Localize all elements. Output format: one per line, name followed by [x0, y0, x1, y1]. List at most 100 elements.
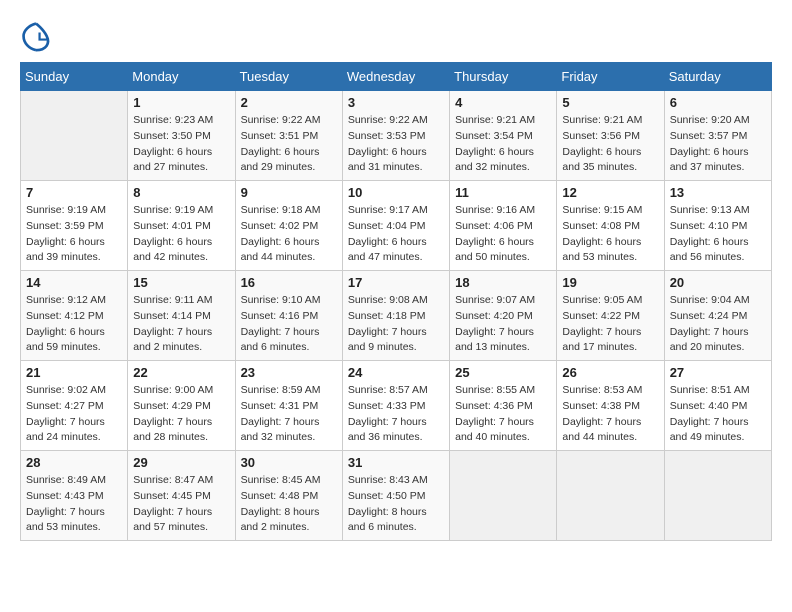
day-number: 17 — [348, 275, 444, 290]
calendar-cell: 2Sunrise: 9:22 AMSunset: 3:51 PMDaylight… — [235, 91, 342, 181]
day-number: 6 — [670, 95, 766, 110]
day-number: 22 — [133, 365, 229, 380]
calendar-cell: 5 Sunrise: 9:21 AMSunset: 3:56 PMDaylight… — [557, 91, 664, 181]
calendar-cell: 27 Sunrise: 8:51 AMSunset: 4:40 PMDayligh… — [664, 361, 771, 451]
day-number: 21 — [26, 365, 122, 380]
day-info: Sunrise: 9:10 AMSunset: 4:16 PMDaylight:… — [241, 293, 337, 356]
calendar-cell: 21 Sunrise: 9:02 AMSunset: 4:27 PMDayligh… — [21, 361, 128, 451]
day-info: Sunrise: 9:07 AMSunset: 4:20 PMDaylight:… — [455, 293, 551, 356]
day-number: 4 — [455, 95, 551, 110]
calendar-cell: 9 Sunrise: 9:18 AMSunset: 4:02 PMDaylight… — [235, 181, 342, 271]
day-info: Sunrise: 9:19 AMSunset: 4:01 PMDaylight:… — [133, 203, 229, 266]
header-day: Sunday — [21, 63, 128, 91]
header-day: Thursday — [450, 63, 557, 91]
day-number: 28 — [26, 455, 122, 470]
day-info: Sunrise: 9:13 AMSunset: 4:10 PMDaylight:… — [670, 203, 766, 266]
day-info: Sunrise: 9:19 AMSunset: 3:59 PMDaylight:… — [26, 203, 122, 266]
day-number: 5 — [562, 95, 658, 110]
calendar-cell: 10Sunrise: 9:17 AMSunset: 4:04 PMDayligh… — [342, 181, 449, 271]
calendar-cell: 17 Sunrise: 9:08 AMSunset: 4:18 PMDayligh… — [342, 271, 449, 361]
day-number: 20 — [670, 275, 766, 290]
calendar-cell: 18Sunrise: 9:07 AMSunset: 4:20 PMDayligh… — [450, 271, 557, 361]
calendar-cell: 29Sunrise: 8:47 AMSunset: 4:45 PMDayligh… — [128, 451, 235, 541]
day-number: 27 — [670, 365, 766, 380]
calendar-cell: 23 Sunrise: 8:59 AMSunset: 4:31 PMDayligh… — [235, 361, 342, 451]
day-info: Sunrise: 9:02 AMSunset: 4:27 PMDaylight:… — [26, 383, 122, 446]
calendar-week-row: 21 Sunrise: 9:02 AMSunset: 4:27 PMDayligh… — [21, 361, 772, 451]
page-header — [20, 20, 772, 52]
day-info: Sunrise: 8:43 AMSunset: 4:50 PMDaylight:… — [348, 473, 444, 536]
calendar-cell: 25Sunrise: 8:55 AMSunset: 4:36 PMDayligh… — [450, 361, 557, 451]
day-info: Sunrise: 9:21 AMSunset: 3:54 PMDaylight:… — [455, 113, 551, 176]
day-number: 14 — [26, 275, 122, 290]
header-row: SundayMondayTuesdayWednesdayThursdayFrid… — [21, 63, 772, 91]
day-info: Sunrise: 8:57 AMSunset: 4:33 PMDaylight:… — [348, 383, 444, 446]
day-number: 24 — [348, 365, 444, 380]
day-number: 30 — [241, 455, 337, 470]
day-info: Sunrise: 8:51 AMSunset: 4:40 PMDaylight:… — [670, 383, 766, 446]
calendar-cell: 26Sunrise: 8:53 AMSunset: 4:38 PMDayligh… — [557, 361, 664, 451]
day-number: 9 — [241, 185, 337, 200]
day-info: Sunrise: 8:49 AMSunset: 4:43 PMDaylight:… — [26, 473, 122, 536]
header-day: Monday — [128, 63, 235, 91]
day-info: Sunrise: 9:05 AMSunset: 4:22 PMDaylight:… — [562, 293, 658, 356]
calendar-week-row: 7 Sunrise: 9:19 AMSunset: 3:59 PMDaylight… — [21, 181, 772, 271]
day-number: 31 — [348, 455, 444, 470]
calendar-week-row: 1 Sunrise: 9:23 AMSunset: 3:50 PMDaylight… — [21, 91, 772, 181]
calendar-cell: 16 Sunrise: 9:10 AMSunset: 4:16 PMDayligh… — [235, 271, 342, 361]
day-info: Sunrise: 9:22 AMSunset: 3:51 PMDaylight:… — [241, 113, 337, 176]
day-info: Sunrise: 9:15 AMSunset: 4:08 PMDaylight:… — [562, 203, 658, 266]
day-info: Sunrise: 9:21 AMSunset: 3:56 PMDaylight:… — [562, 113, 658, 176]
day-info: Sunrise: 9:16 AMSunset: 4:06 PMDaylight:… — [455, 203, 551, 266]
calendar-cell: 7 Sunrise: 9:19 AMSunset: 3:59 PMDaylight… — [21, 181, 128, 271]
header-day: Tuesday — [235, 63, 342, 91]
calendar-week-row: 28 Sunrise: 8:49 AMSunset: 4:43 PMDayligh… — [21, 451, 772, 541]
calendar-cell — [450, 451, 557, 541]
day-info: Sunrise: 8:53 AMSunset: 4:38 PMDaylight:… — [562, 383, 658, 446]
day-info: Sunrise: 9:23 AMSunset: 3:50 PMDaylight:… — [133, 113, 229, 176]
day-info: Sunrise: 9:18 AMSunset: 4:02 PMDaylight:… — [241, 203, 337, 266]
calendar-cell: 31 Sunrise: 8:43 AMSunset: 4:50 PMDayligh… — [342, 451, 449, 541]
day-number: 1 — [133, 95, 229, 110]
day-number: 12 — [562, 185, 658, 200]
calendar-header: SundayMondayTuesdayWednesdayThursdayFrid… — [21, 63, 772, 91]
day-info: Sunrise: 9:11 AMSunset: 4:14 PMDaylight:… — [133, 293, 229, 356]
calendar-cell: 1 Sunrise: 9:23 AMSunset: 3:50 PMDaylight… — [128, 91, 235, 181]
day-number: 15 — [133, 275, 229, 290]
calendar-cell — [664, 451, 771, 541]
calendar-cell: 20Sunrise: 9:04 AMSunset: 4:24 PMDayligh… — [664, 271, 771, 361]
day-info: Sunrise: 8:55 AMSunset: 4:36 PMDaylight:… — [455, 383, 551, 446]
day-info: Sunrise: 8:45 AMSunset: 4:48 PMDaylight:… — [241, 473, 337, 536]
day-number: 10 — [348, 185, 444, 200]
day-info: Sunrise: 9:08 AMSunset: 4:18 PMDaylight:… — [348, 293, 444, 356]
day-info: Sunrise: 9:00 AMSunset: 4:29 PMDaylight:… — [133, 383, 229, 446]
calendar-cell: 24 Sunrise: 8:57 AMSunset: 4:33 PMDayligh… — [342, 361, 449, 451]
calendar-week-row: 14Sunrise: 9:12 AMSunset: 4:12 PMDayligh… — [21, 271, 772, 361]
header-day: Wednesday — [342, 63, 449, 91]
header-day: Friday — [557, 63, 664, 91]
calendar-cell: 15 Sunrise: 9:11 AMSunset: 4:14 PMDayligh… — [128, 271, 235, 361]
day-number: 19 — [562, 275, 658, 290]
logo — [20, 20, 56, 52]
calendar-cell — [21, 91, 128, 181]
calendar-cell: 13Sunrise: 9:13 AMSunset: 4:10 PMDayligh… — [664, 181, 771, 271]
day-number: 16 — [241, 275, 337, 290]
day-number: 23 — [241, 365, 337, 380]
calendar-cell — [557, 451, 664, 541]
calendar-cell: 3Sunrise: 9:22 AMSunset: 3:53 PMDaylight… — [342, 91, 449, 181]
logo-icon — [20, 20, 52, 52]
day-number: 7 — [26, 185, 122, 200]
calendar-cell: 14Sunrise: 9:12 AMSunset: 4:12 PMDayligh… — [21, 271, 128, 361]
calendar-cell: 28 Sunrise: 8:49 AMSunset: 4:43 PMDayligh… — [21, 451, 128, 541]
day-info: Sunrise: 8:59 AMSunset: 4:31 PMDaylight:… — [241, 383, 337, 446]
day-number: 11 — [455, 185, 551, 200]
calendar-cell: 6 Sunrise: 9:20 AMSunset: 3:57 PMDaylight… — [664, 91, 771, 181]
header-day: Saturday — [664, 63, 771, 91]
day-info: Sunrise: 9:20 AMSunset: 3:57 PMDaylight:… — [670, 113, 766, 176]
calendar-cell: 4 Sunrise: 9:21 AMSunset: 3:54 PMDaylight… — [450, 91, 557, 181]
day-info: Sunrise: 8:47 AMSunset: 4:45 PMDaylight:… — [133, 473, 229, 536]
calendar-cell: 19 Sunrise: 9:05 AMSunset: 4:22 PMDayligh… — [557, 271, 664, 361]
calendar-cell: 11 Sunrise: 9:16 AMSunset: 4:06 PMDayligh… — [450, 181, 557, 271]
calendar-cell: 8Sunrise: 9:19 AMSunset: 4:01 PMDaylight… — [128, 181, 235, 271]
calendar-cell: 22 Sunrise: 9:00 AMSunset: 4:29 PMDayligh… — [128, 361, 235, 451]
